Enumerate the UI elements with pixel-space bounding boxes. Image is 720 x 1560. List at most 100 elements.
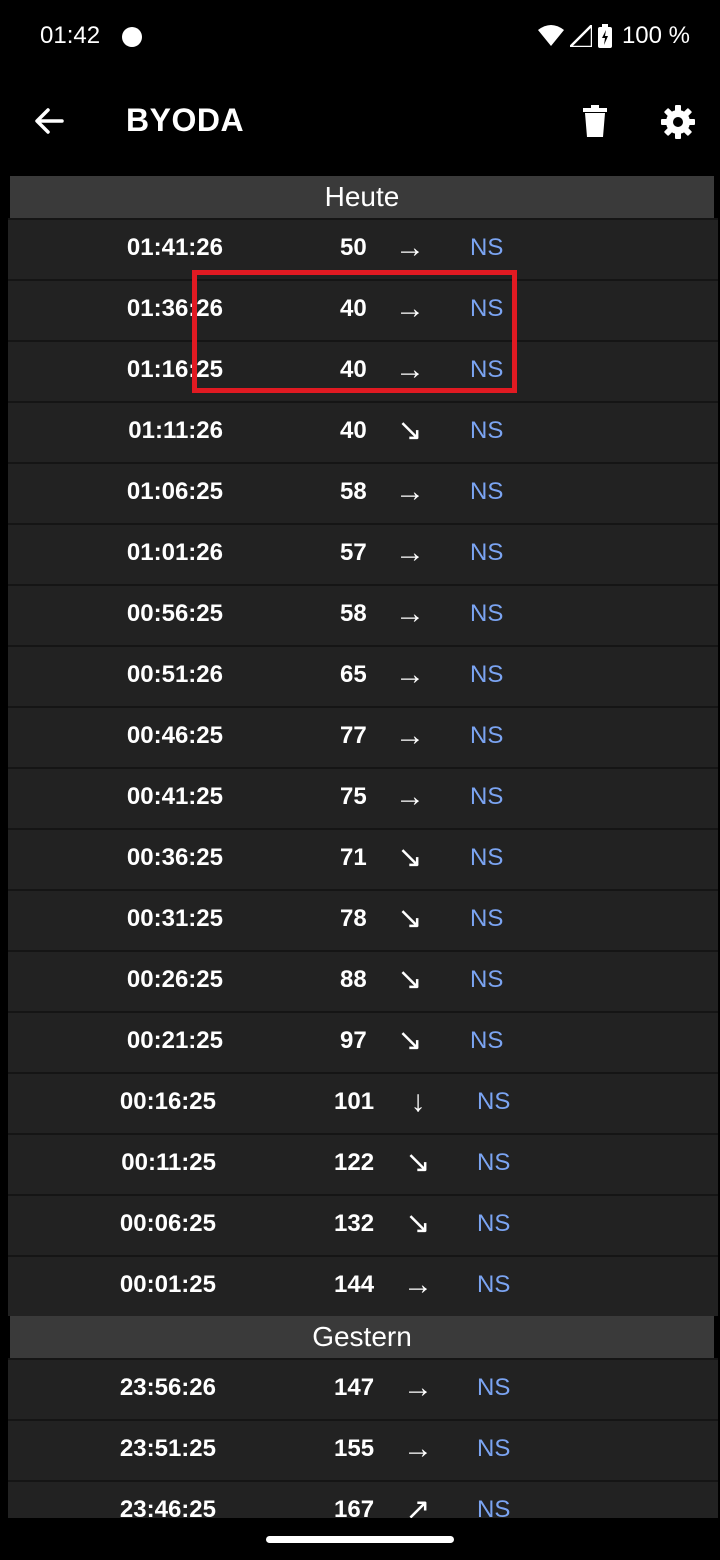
- battery-percent: 100 %: [621, 22, 690, 49]
- entry-row[interactable]: 00:16:25 101 ↓ NS: [8, 1072, 718, 1133]
- entry-row[interactable]: 00:51:26 65 → NS: [8, 645, 718, 706]
- status-bar: 01:42 100 %: [0, 0, 720, 72]
- entry-time: 01:11:26: [128, 417, 223, 444]
- entry-source-tag: NS: [470, 1027, 504, 1054]
- entry-value: 132: [334, 1210, 375, 1237]
- trend-arrow-icon: ↘: [405, 1207, 431, 1240]
- app-title: BYODA: [126, 102, 245, 138]
- entry-time: 01:41:26: [126, 234, 223, 261]
- entry-time: 23:56:26: [119, 1374, 216, 1401]
- entry-row[interactable]: 01:16:25 40 → NS: [8, 340, 718, 401]
- cell-signal-icon: [569, 25, 592, 47]
- trend-arrow-icon: →: [395, 475, 425, 508]
- entry-source-tag: NS: [470, 905, 504, 932]
- entry-source-tag: NS: [470, 539, 504, 566]
- entry-source-tag: NS: [477, 1435, 511, 1462]
- entry-row[interactable]: 00:06:25 132 ↘ NS: [8, 1194, 718, 1255]
- trend-arrow-icon: →: [395, 536, 425, 569]
- arrow-left-icon: [35, 108, 64, 134]
- entry-row[interactable]: 00:31:25 78 ↘ NS: [8, 889, 718, 950]
- trend-arrow-icon: →: [395, 353, 425, 386]
- entry-source-tag: NS: [470, 417, 504, 444]
- entry-row[interactable]: 01:36:26 40 → NS: [8, 279, 718, 340]
- entry-time: 23:51:25: [119, 1435, 216, 1462]
- status-icons: 100 %: [537, 20, 690, 52]
- entry-source-tag: NS: [477, 1271, 511, 1298]
- gear-icon: [661, 105, 695, 139]
- trend-arrow-icon: →: [403, 1432, 433, 1465]
- entry-source-tag: NS: [477, 1149, 511, 1176]
- entry-value: 122: [334, 1149, 375, 1176]
- wear-os-icon: [122, 27, 142, 47]
- trend-arrow-icon: →: [395, 231, 425, 264]
- trend-arrow-icon: ↗: [405, 1493, 431, 1518]
- entry-source-tag: NS: [470, 661, 504, 688]
- entry-row[interactable]: 00:46:25 77 → NS: [8, 706, 718, 767]
- entry-row[interactable]: 00:01:25 144 → NS: [8, 1255, 718, 1316]
- trend-arrow-icon: →: [395, 658, 425, 691]
- entry-row[interactable]: 23:46:25 167 ↗ NS: [8, 1480, 718, 1518]
- trash-icon: [583, 105, 607, 137]
- entry-time: 00:16:25: [119, 1088, 216, 1115]
- settings-button[interactable]: [652, 96, 704, 148]
- entry-source-tag: NS: [470, 783, 504, 810]
- entry-time: 00:36:25: [126, 844, 223, 871]
- entry-row[interactable]: 01:06:25 58 → NS: [8, 462, 718, 523]
- entry-source-tag: NS: [470, 478, 504, 505]
- history-list[interactable]: Heute 01:41:26 50 → NS 01:36:26 40 → NS 01:16:25 4…: [8, 176, 718, 1518]
- entry-source-tag: NS: [470, 295, 504, 322]
- entry-time: 01:16:25: [126, 356, 223, 383]
- section-header: Heute: [10, 176, 714, 218]
- delete-button[interactable]: [570, 96, 620, 146]
- entry-value: 147: [334, 1374, 375, 1401]
- entry-value: 101: [334, 1088, 375, 1115]
- entry-time: 00:26:25: [126, 966, 223, 993]
- entry-row[interactable]: 00:36:25 71 ↘ NS: [8, 828, 718, 889]
- entry-source-tag: NS: [477, 1088, 511, 1115]
- trend-arrow-icon: ↘: [397, 963, 423, 996]
- entry-row[interactable]: 01:11:26 40 ↘ NS: [8, 401, 718, 462]
- entry-row[interactable]: 00:41:25 75 → NS: [8, 767, 718, 828]
- entry-source-tag: NS: [470, 234, 504, 261]
- entry-time: 00:56:25: [126, 600, 223, 627]
- trend-arrow-icon: ↘: [405, 1146, 431, 1179]
- entry-row[interactable]: 00:26:25 88 ↘ NS: [8, 950, 718, 1011]
- entry-time: 00:11:25: [121, 1149, 216, 1176]
- entry-time: 00:06:25: [119, 1210, 216, 1237]
- status-time: 01:42: [40, 22, 101, 49]
- entry-source-tag: NS: [470, 722, 504, 749]
- entry-row[interactable]: 23:56:26 147 → NS: [8, 1358, 718, 1419]
- entry-source-tag: NS: [470, 844, 504, 871]
- entry-row[interactable]: 01:01:26 57 → NS: [8, 523, 718, 584]
- entry-value: 167: [334, 1496, 375, 1518]
- trend-arrow-icon: ↘: [397, 414, 423, 447]
- battery-charging-icon: [597, 24, 612, 48]
- entry-time: 00:46:25: [126, 722, 223, 749]
- entry-row[interactable]: 01:41:26 50 → NS: [8, 218, 718, 279]
- home-gesture-handle[interactable]: [266, 1536, 454, 1543]
- entry-source-tag: NS: [477, 1374, 511, 1401]
- trend-arrow-icon: ↘: [397, 841, 423, 874]
- entry-row[interactable]: 23:51:25 155 → NS: [8, 1419, 718, 1480]
- entry-row[interactable]: 00:11:25 122 ↘ NS: [8, 1133, 718, 1194]
- app-bar: BYODA: [0, 72, 720, 174]
- entry-time: 00:41:25: [126, 783, 223, 810]
- back-button[interactable]: [24, 96, 74, 146]
- trend-arrow-icon: →: [395, 597, 425, 630]
- entry-time: 00:01:25: [119, 1271, 216, 1298]
- entry-row[interactable]: 00:56:25 58 → NS: [8, 584, 718, 645]
- trend-arrow-icon: →: [395, 719, 425, 752]
- entry-time: 23:46:25: [119, 1496, 216, 1518]
- entry-time: 01:06:25: [126, 478, 223, 505]
- wifi-icon: [537, 25, 564, 46]
- entry-source-tag: NS: [470, 356, 504, 383]
- trend-arrow-icon: →: [403, 1371, 433, 1404]
- entry-source-tag: NS: [477, 1210, 511, 1237]
- navigation-bar: [0, 1518, 720, 1560]
- entry-time: 00:51:26: [126, 661, 223, 688]
- trend-arrow-icon: ↓: [410, 1085, 426, 1118]
- entry-source-tag: NS: [470, 966, 504, 993]
- entry-value: 144: [334, 1271, 375, 1298]
- entry-time: 01:36:26: [126, 295, 223, 322]
- entry-row[interactable]: 00:21:25 97 ↘ NS: [8, 1011, 718, 1072]
